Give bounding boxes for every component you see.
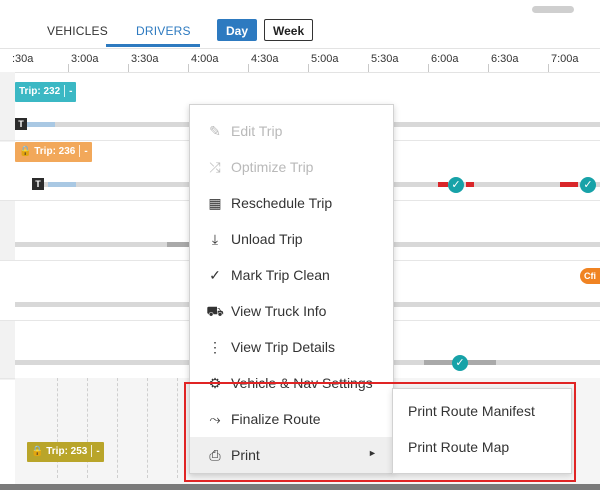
menu-item-reschedule-trip[interactable]: ▦ Reschedule Trip [190, 185, 393, 221]
grid-line [147, 378, 148, 478]
axis-tick [128, 64, 129, 72]
row-header [0, 320, 15, 380]
grid-line [87, 378, 88, 478]
axis-tick [488, 64, 489, 72]
tab-vehicles[interactable]: VEHICLES [47, 24, 108, 38]
trip-label: Trip: 253 [46, 446, 88, 457]
time-label: 6:30a [491, 53, 519, 65]
truck-marker[interactable]: T [32, 178, 44, 190]
menu-item-label: Optimize Trip [231, 159, 314, 175]
week-view-button[interactable]: Week [264, 19, 314, 41]
time-axis: :30a 3:00a 3:30a 4:00a 4:30a 5:00a 5:30a… [0, 48, 600, 73]
status-tag[interactable]: Cfi [580, 268, 600, 284]
reschedule-icon: ▦ [208, 195, 222, 211]
menu-item-label: Edit Trip [231, 123, 283, 139]
time-label: :30a [12, 53, 34, 65]
menu-item-label: Unload Trip [231, 231, 303, 247]
axis-tick [68, 64, 69, 72]
optimize-route-icon: ⤮ [209, 159, 221, 175]
truck-marker[interactable]: T [15, 118, 27, 130]
trip-label: Trip: 232 [19, 86, 61, 97]
route-progress [27, 122, 55, 127]
stop-complete-check-icon[interactable]: ✓ [452, 355, 468, 371]
time-label: 7:00a [551, 53, 579, 65]
time-label: 3:00a [71, 53, 99, 65]
menu-item-label: Mark Trip Clean [231, 267, 330, 283]
trip-extra: - [69, 86, 73, 97]
truck-info-icon: ⛟ [206, 303, 224, 319]
badge-separator [64, 85, 66, 98]
lock-icon: 🔒 [19, 146, 32, 157]
axis-tick [428, 64, 429, 72]
row-header [0, 72, 15, 142]
time-label: 3:30a [131, 53, 159, 65]
pencil-icon: ✎ [209, 123, 221, 139]
trip-details-icon: ⋮ [208, 339, 222, 355]
menu-item-label: Reschedule Trip [231, 195, 333, 211]
menu-item-view-truck-info[interactable]: ⛟ View Truck Info [190, 293, 393, 329]
tab-drivers[interactable]: DRIVERS [136, 24, 191, 38]
badge-separator [79, 145, 81, 158]
menu-item-label: View Truck Info [231, 303, 327, 319]
trip-badge-236[interactable]: 🔒 Trip: 236- [15, 142, 92, 162]
route-segment [438, 182, 448, 187]
route-segment [466, 182, 474, 187]
menu-item-optimize-trip[interactable]: ⤮ Optimize Trip [190, 149, 393, 185]
axis-tick [188, 64, 189, 72]
menu-item-mark-trip-clean[interactable]: ✓ Mark Trip Clean [190, 257, 393, 293]
axis-tick [248, 64, 249, 72]
checkmark-icon: ✓ [209, 267, 221, 283]
badge-separator [91, 445, 93, 458]
day-view-button[interactable]: Day [217, 19, 258, 41]
grid-line [117, 378, 118, 478]
menu-item-edit-trip[interactable]: ✎ Edit Trip [190, 113, 393, 149]
time-label: 6:00a [431, 53, 459, 65]
route-progress [48, 182, 76, 187]
time-label: 5:30a [371, 53, 399, 65]
stop-complete-check-icon[interactable]: ✓ [580, 177, 596, 193]
menu-item-unload-trip[interactable]: ⤓ Unload Trip [190, 221, 393, 257]
menu-item-label: View Trip Details [231, 339, 336, 355]
active-tab-indicator [106, 44, 200, 47]
horizontal-scrollbar-thumb[interactable] [532, 6, 574, 13]
horizontal-scrollbar[interactable] [0, 484, 600, 490]
stop-complete-check-icon[interactable]: ✓ [448, 177, 464, 193]
grid-line [57, 378, 58, 478]
time-label: 5:00a [311, 53, 339, 65]
grid-line [177, 378, 178, 478]
row-header [0, 200, 15, 260]
download-icon: ⤓ [211, 231, 219, 247]
route-segment [167, 242, 191, 247]
route-segment [560, 182, 578, 187]
time-label: 4:00a [191, 53, 219, 65]
axis-tick [368, 64, 369, 72]
trip-badge-232[interactable]: Trip: 232- [15, 82, 77, 102]
lock-icon: 🔒 [31, 446, 44, 457]
trip-extra: - [96, 446, 100, 457]
trip-extra: - [84, 146, 88, 157]
menu-item-view-trip-details[interactable]: ⋮ View Trip Details [190, 329, 393, 365]
time-label: 4:30a [251, 53, 279, 65]
axis-tick [308, 64, 309, 72]
axis-tick [548, 64, 549, 72]
trip-badge-253[interactable]: 🔒 Trip: 253- [27, 442, 104, 462]
trip-label: Trip: 236 [34, 146, 76, 157]
highlight-annotation-box [184, 382, 576, 482]
